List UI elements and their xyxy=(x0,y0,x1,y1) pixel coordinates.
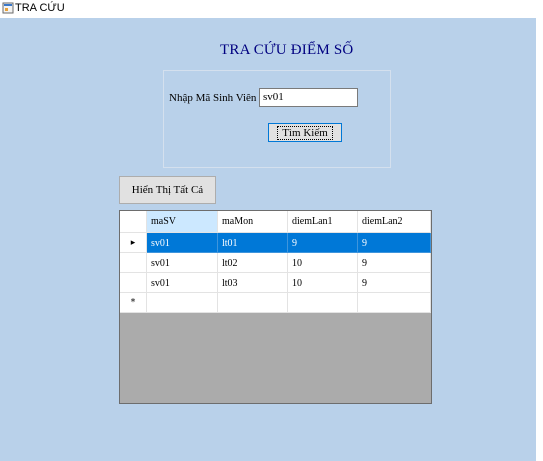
header-corner xyxy=(120,211,147,233)
table-cell[interactable]: lt03 xyxy=(218,273,288,293)
table-cell[interactable] xyxy=(288,293,358,313)
page-title: TRA CỨU ĐIỂM SỐ xyxy=(220,42,354,58)
column-header-mamon[interactable]: maMon xyxy=(218,211,288,233)
table-cell[interactable]: lt01 xyxy=(218,233,288,253)
search-group-box xyxy=(163,70,391,168)
table-cell[interactable] xyxy=(218,293,288,313)
table-cell[interactable]: lt02 xyxy=(218,253,288,273)
row-header[interactable] xyxy=(120,273,147,293)
student-id-input[interactable]: sv01 xyxy=(259,88,358,107)
column-header-masv[interactable]: maSV xyxy=(147,211,218,233)
table-row[interactable]: sv01 lt02 10 9 xyxy=(120,253,431,273)
column-header-diemlan2[interactable]: diemLan2 xyxy=(358,211,431,233)
table-cell[interactable]: sv01 xyxy=(147,233,218,253)
current-row-indicator-icon[interactable]: ▸ xyxy=(120,233,147,253)
table-cell[interactable]: sv01 xyxy=(147,253,218,273)
table-cell[interactable]: 9 xyxy=(358,253,431,273)
table-cell[interactable] xyxy=(147,293,218,313)
app-icon xyxy=(2,2,14,14)
table-cell[interactable]: 9 xyxy=(288,233,358,253)
results-grid[interactable]: maSV maMon diemLan1 diemLan2 ▸ sv01 lt01… xyxy=(119,210,432,404)
table-row[interactable]: sv01 lt03 10 9 xyxy=(120,273,431,293)
grid-header: maSV maMon diemLan1 diemLan2 xyxy=(120,211,431,233)
table-cell[interactable]: 9 xyxy=(358,273,431,293)
search-button[interactable]: Tìm Kiếm xyxy=(268,123,342,142)
new-row-indicator-icon[interactable]: * xyxy=(120,293,147,313)
window-title: TRA CỨU xyxy=(15,2,65,14)
table-cell[interactable]: 9 xyxy=(358,233,431,253)
column-header-diemlan1[interactable]: diemLan1 xyxy=(288,211,358,233)
show-all-button[interactable]: Hiển Thị Tất Cả xyxy=(119,176,216,204)
title-bar: TRA CỨU xyxy=(0,0,543,18)
student-id-label: Nhập Mã Sinh Viên xyxy=(169,92,257,104)
table-cell[interactable]: 10 xyxy=(288,253,358,273)
table-cell[interactable]: 10 xyxy=(288,273,358,293)
search-button-label: Tìm Kiếm xyxy=(277,125,333,140)
new-row[interactable]: * xyxy=(120,293,431,313)
table-row[interactable]: ▸ sv01 lt01 9 9 xyxy=(120,233,431,253)
table-cell[interactable] xyxy=(358,293,431,313)
row-header[interactable] xyxy=(120,253,147,273)
table-cell[interactable]: sv01 xyxy=(147,273,218,293)
